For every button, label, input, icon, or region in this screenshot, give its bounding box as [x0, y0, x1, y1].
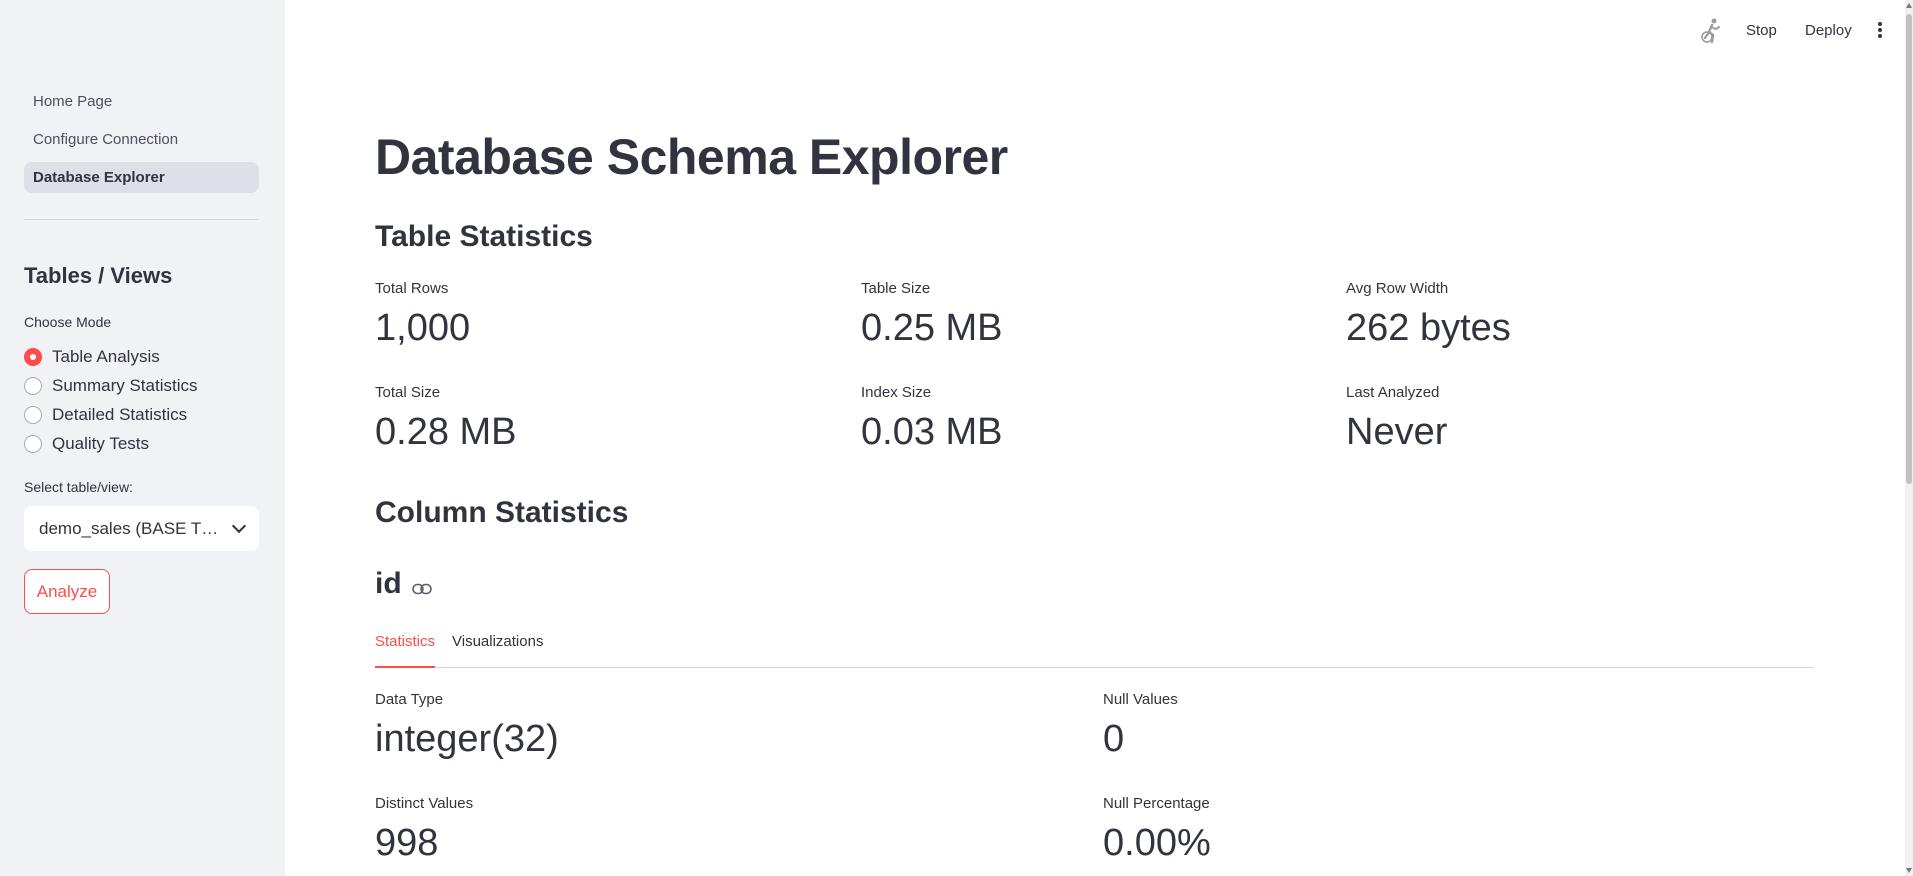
radio-label: Detailed Statistics — [52, 404, 188, 424]
table-stats-heading: Table Statistics — [375, 220, 593, 253]
metric-label: Null Values — [1103, 691, 1178, 708]
metric-value: 998 — [375, 822, 439, 864]
metric-value: 0 — [1103, 718, 1125, 760]
tab-statistics[interactable]: Statistics — [375, 633, 436, 668]
nav-item-configure-connection[interactable]: Configure Connection — [24, 124, 259, 155]
deploy-button[interactable]: Deploy — [1805, 22, 1852, 39]
running-man-icon — [1700, 18, 1722, 49]
radio-unselected-icon — [24, 405, 42, 424]
nav-item-home-page[interactable]: Home Page — [24, 86, 259, 117]
table-select[interactable]: demo_sales (BASE T… — [24, 506, 259, 551]
radio-unselected-icon — [24, 434, 42, 453]
scrollbar-thumb[interactable] — [1906, 14, 1912, 484]
column-tabs: Statistics Visualizations — [375, 633, 1814, 668]
sidebar-nav: Home Page Configure Connection Database … — [24, 86, 259, 200]
metric-label: Last Analyzed — [1346, 384, 1440, 401]
radio-label: Quality Tests — [52, 433, 150, 453]
select-table-label: Select table/view: — [24, 479, 133, 495]
table-select-value: demo_sales (BASE T… — [39, 518, 219, 538]
main-menu-icon[interactable] — [1878, 22, 1884, 40]
radio-table-analysis[interactable]: Table Analysis — [24, 342, 197, 371]
sidebar-section-title: Tables / Views — [24, 263, 173, 288]
mode-label: Choose Mode — [24, 314, 112, 330]
column-stats-heading: Column Statistics — [375, 496, 629, 529]
stop-button[interactable]: Stop — [1746, 22, 1777, 39]
radio-unselected-icon — [24, 376, 42, 395]
radio-quality-tests[interactable]: Quality Tests — [24, 429, 197, 458]
metric-value: 0.25 MB — [861, 307, 1003, 349]
metric-value: 0.03 MB — [861, 411, 1003, 453]
metric-label: Distinct Values — [375, 795, 474, 812]
metric-label: Index Size — [861, 384, 932, 401]
metric-label: Total Size — [375, 384, 441, 401]
metric-label: Data Type — [375, 691, 444, 708]
metric-value: integer(32) — [375, 718, 559, 760]
tab-visualizations[interactable]: Visualizations — [452, 633, 543, 662]
link-icon[interactable] — [411, 569, 432, 603]
metric-value: 0.28 MB — [375, 411, 517, 453]
radio-summary-statistics[interactable]: Summary Statistics — [24, 371, 197, 400]
metric-value: 262 bytes — [1346, 307, 1511, 349]
metric-label: Avg Row Width — [1346, 280, 1449, 297]
radio-label: Table Analysis — [52, 346, 160, 366]
scrollbar[interactable] — [1905, 0, 1913, 876]
sidebar: Home Page Configure Connection Database … — [0, 0, 285, 876]
column-heading: id — [375, 565, 432, 603]
page-title: Database Schema Explorer — [375, 129, 1008, 185]
metric-label: Table Size — [861, 280, 931, 297]
mode-radio-group: Table Analysis Summary Statistics Detail… — [24, 342, 197, 458]
metric-value: 0.00% — [1103, 822, 1211, 864]
metric-label: Total Rows — [375, 280, 449, 297]
scroll-down-icon[interactable] — [1906, 868, 1912, 873]
chevron-down-icon — [231, 518, 247, 534]
radio-detailed-statistics[interactable]: Detailed Statistics — [24, 400, 197, 429]
column-name: id — [375, 567, 402, 600]
nav-item-database-explorer[interactable]: Database Explorer — [24, 162, 259, 193]
radio-selected-icon — [24, 347, 42, 366]
radio-label: Summary Statistics — [52, 375, 198, 395]
analyze-button[interactable]: Analyze — [24, 569, 110, 614]
metric-value: Never — [1346, 411, 1448, 453]
metric-value: 1,000 — [375, 307, 471, 349]
scroll-up-icon[interactable] — [1906, 3, 1912, 8]
sidebar-divider — [24, 219, 259, 220]
metric-label: Null Percentage — [1103, 795, 1210, 812]
